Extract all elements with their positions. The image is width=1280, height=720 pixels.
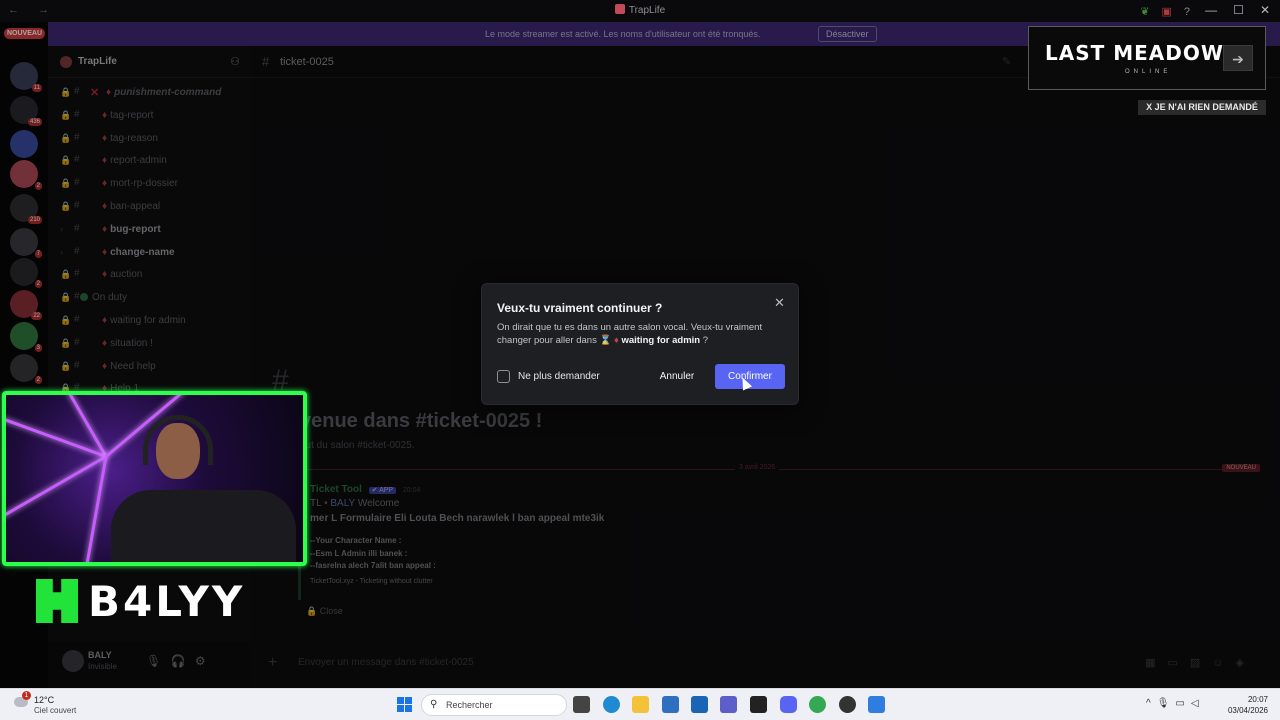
light-ray [6,455,107,523]
discord-icon[interactable] [780,696,797,713]
person-jacket [111,490,296,562]
title-bar: ← → TrapLife ❦ ▣? — ☐ ✕ [0,0,1280,22]
arrow-icon: ➔ [1223,45,1253,71]
window-title: TrapLife [0,4,1280,16]
inbox-icon[interactable]: ▣ [1161,6,1171,18]
confirm-dialog: Veux-tu vraiment continuer ? ✕ On dirait… [481,283,799,405]
logo-text: B4LYY [88,577,246,626]
game-title: LAST MEADOW [1045,41,1224,65]
dont-ask-checkbox[interactable] [497,370,510,383]
task-view-icon[interactable] [573,696,590,713]
store-icon[interactable] [662,696,679,713]
window-controls: — ☐ ✕ [1189,3,1270,17]
overlay-note: X JE N'AI RIEN DEMANDÉ [1138,100,1266,115]
taskbar-search[interactable]: ⚲ Rechercher [421,694,567,716]
logo-mark-icon [36,579,78,623]
webcam-overlay [2,391,307,566]
minimize-button[interactable]: — [1205,3,1217,17]
network-icon[interactable]: ▭ [1175,698,1190,709]
game-overlay: LAST MEADOW ONLINE ➔ [1028,26,1266,90]
game-subtitle: ONLINE [1125,69,1172,75]
search-icon: ⚲ [430,699,438,710]
start-button[interactable] [397,697,412,712]
target-channel: waiting for admin [621,335,701,346]
taskbar: 1 12°C Ciel couvert ⚲ Rechercher ^🎙▭◁ 20… [0,688,1280,720]
chrome-icon[interactable] [809,696,826,713]
hourglass-icon: ⌛ [599,335,612,346]
clock-time: 20:07 [1247,695,1268,704]
weather-badge: 1 [22,691,31,700]
maximize-button[interactable]: ☐ [1233,3,1244,17]
weather-desc: Ciel couvert [34,706,77,715]
terminal-icon[interactable] [750,696,767,713]
system-tray: ^🎙▭◁ [1146,698,1205,709]
mic-icon[interactable]: 🎙 [1157,698,1176,709]
teams-icon[interactable] [720,696,737,713]
light-ray [85,456,108,562]
volume-icon[interactable]: ◁ [1191,698,1205,709]
weather-temp: 12°C [34,695,55,705]
light-ray [39,395,108,458]
headphones [143,415,213,465]
light-ray [6,414,107,458]
leaf-icon[interactable]: ❦ [1140,6,1149,18]
shield-icon[interactable] [868,696,885,713]
app-icon [614,4,625,14]
cancel-button[interactable]: Annuler [645,364,709,389]
dialog-title: Veux-tu vraiment continuer ? [497,301,663,315]
dont-ask-label[interactable]: Ne plus demander [518,371,600,382]
search-placeholder: Rechercher [446,700,493,710]
obs-icon[interactable] [839,696,856,713]
clock-date: 03/04/2026 [1227,706,1268,715]
dialog-body: On dirait que tu es dans un autre salon … [497,322,763,346]
close-window-button[interactable]: ✕ [1260,3,1270,17]
file-explorer-icon[interactable] [632,696,649,713]
outlook-icon[interactable] [691,696,708,713]
edge-icon[interactable] [603,696,620,713]
app-window: ← → TrapLife ❦ ▣? — ☐ ✕ NOUVEAU 11 436 2 21… [0,0,1280,720]
chevron-up-icon[interactable]: ^ [1146,698,1157,709]
close-icon[interactable]: ✕ [774,295,785,311]
streamer-logo: B4LYY [36,577,246,626]
title-bar-icons: ❦ ▣? [1128,5,1190,18]
clock[interactable]: 20:07 03/04/2026 [1222,694,1268,716]
